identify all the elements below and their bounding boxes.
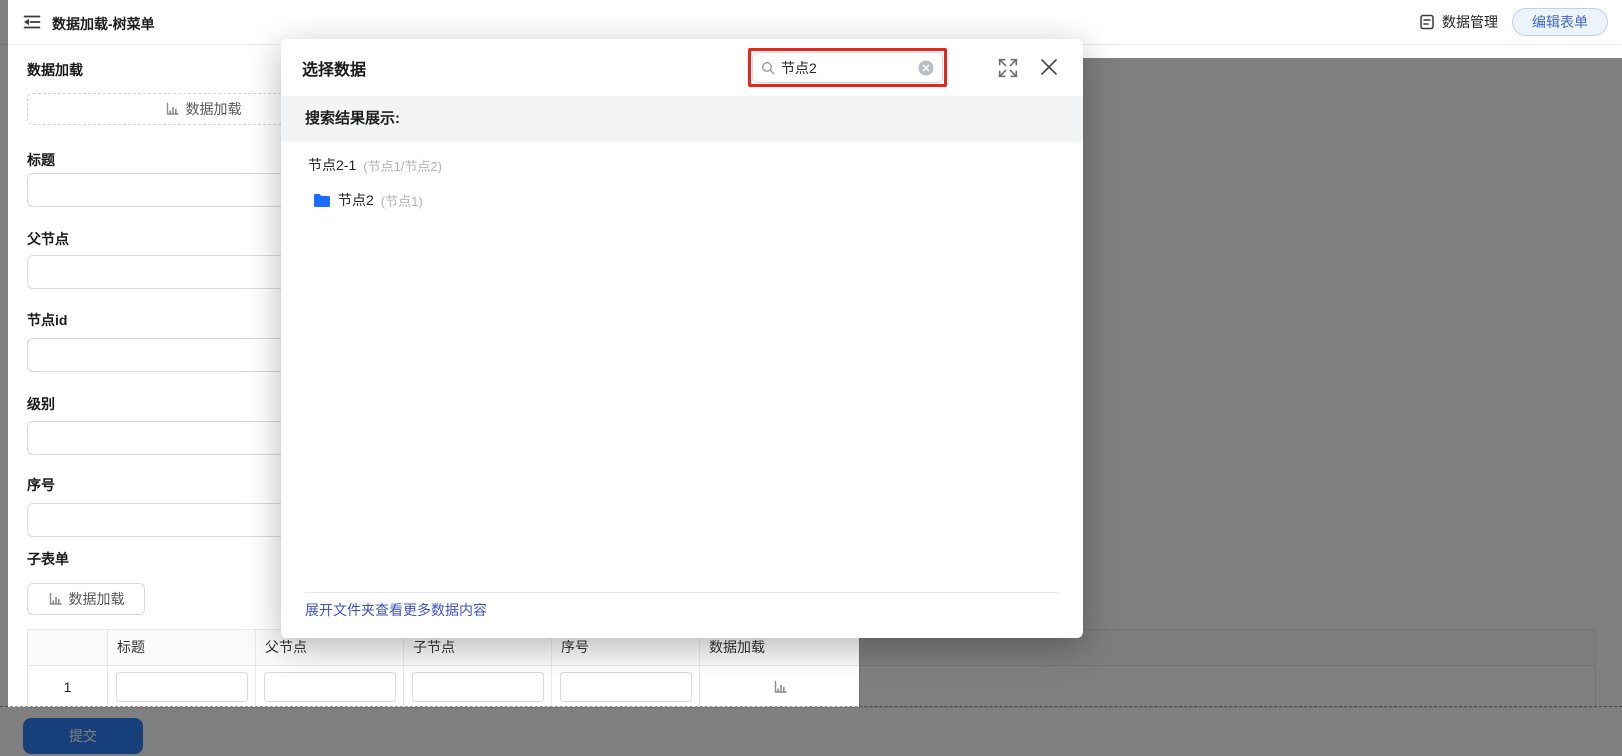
table-header-index [28, 630, 108, 666]
subform-data-load-label: 数据加载 [68, 591, 125, 607]
bar-chart-icon [49, 592, 62, 605]
subform-data-load-button[interactable]: 数据加载 [27, 583, 145, 615]
result-name: 节点2 [338, 192, 374, 208]
search-box [752, 52, 943, 83]
topbar-actions: 数据管理 编辑表单 [1419, 8, 1608, 36]
form-list-icon [1420, 14, 1434, 30]
fullscreen-icon[interactable] [998, 58, 1018, 78]
field-label-level: 级别 [27, 396, 55, 412]
expand-folders-link[interactable]: 展开文件夹查看更多数据内容 [305, 600, 487, 620]
table-header-title: 标题 [108, 630, 256, 666]
result-item-node2[interactable]: 节点2 (节点1) [313, 189, 423, 211]
data-manage-label: 数据管理 [1442, 14, 1498, 30]
bar-chart-icon [166, 102, 179, 115]
field-label-seq: 序号 [27, 477, 55, 493]
field-label-node-id: 节点id [27, 312, 68, 328]
folder-icon [314, 193, 330, 207]
backdrop-bottom [8, 707, 859, 756]
search-icon [761, 61, 775, 75]
edit-form-button[interactable]: 编辑表单 [1512, 8, 1608, 36]
result-item-node2-1[interactable]: 节点2-1 (节点1/节点2) [308, 154, 442, 176]
search-results-band: 搜索结果展示: [281, 96, 1083, 142]
close-icon[interactable] [1038, 56, 1060, 78]
row-data-load-button[interactable] [700, 666, 860, 708]
result-path: (节点1) [380, 193, 423, 209]
search-input[interactable] [781, 59, 912, 76]
row-parent-node-input[interactable] [263, 671, 396, 702]
page-title: 数据加载-树菜单 [52, 16, 155, 32]
select-data-modal: 选择数据 搜索结果展示: 节点2-1 (节点1/节点2) 节点2 (节点1) [281, 39, 1083, 638]
field-label-parent-node: 父节点 [27, 231, 69, 247]
search-highlight-annotation [748, 48, 947, 87]
row-title-input[interactable] [115, 671, 248, 702]
menu-fold-icon[interactable] [23, 13, 41, 31]
row-index: 1 [28, 666, 108, 708]
modal-footer-divider [305, 592, 1059, 593]
data-load-picker-label: 数据加载 [185, 101, 242, 117]
data-manage-button[interactable]: 数据管理 [1419, 12, 1498, 32]
modal-title: 选择数据 [302, 62, 367, 79]
field-label-title: 标题 [27, 152, 55, 168]
result-path: (节点1/节点2) [363, 158, 442, 174]
app-screen: 数据加载-树菜单 数据管理 编辑表单 数据加载 数据加载 标题 父节点 节点id… [0, 0, 1622, 756]
search-results-header: 搜索结果展示: [305, 110, 400, 127]
row-seq-input[interactable] [559, 671, 692, 702]
result-name: 节点2-1 [308, 157, 357, 173]
field-label-data-load: 数据加载 [27, 62, 83, 78]
clear-search-icon[interactable] [918, 60, 934, 76]
bar-chart-icon [774, 680, 787, 693]
field-label-subform: 子表单 [27, 551, 69, 567]
row-child-node-input[interactable] [411, 671, 544, 702]
backdrop-left [0, 0, 8, 756]
